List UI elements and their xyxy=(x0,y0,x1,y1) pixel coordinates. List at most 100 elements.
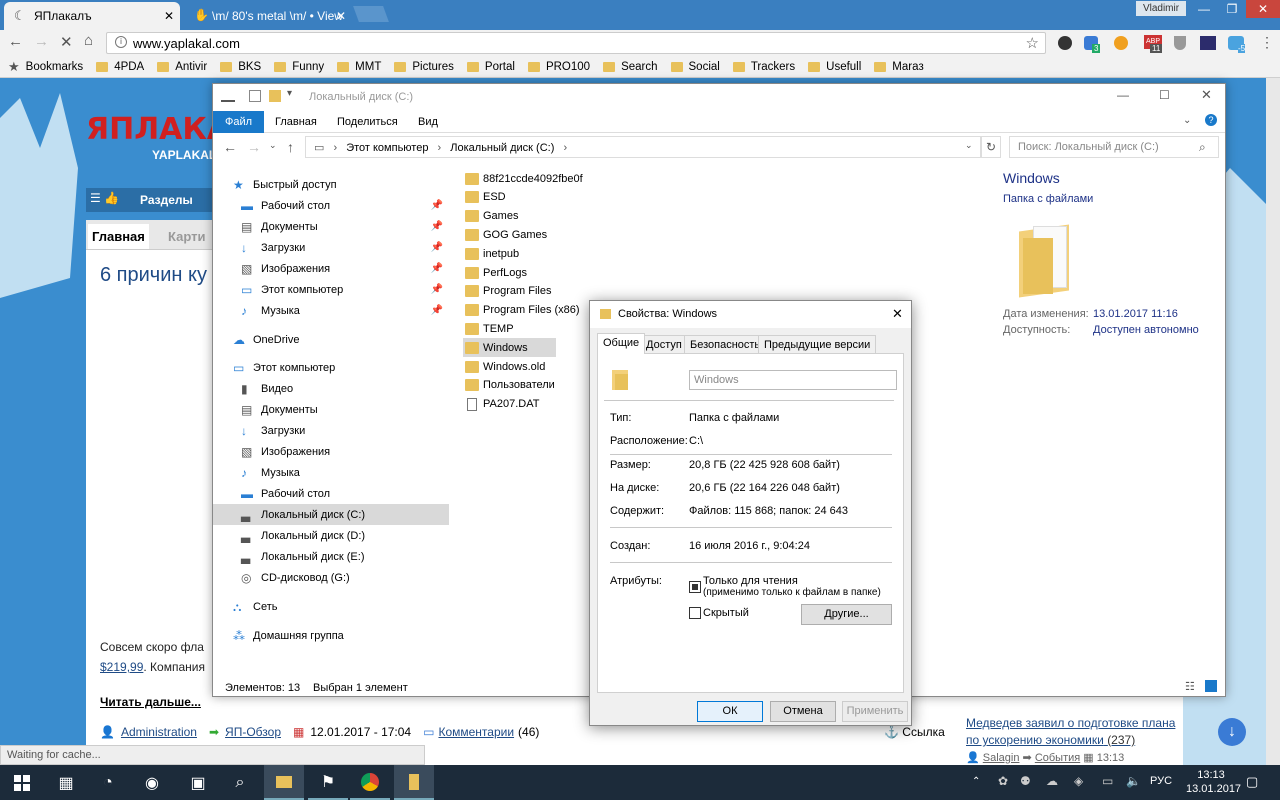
read-more-link[interactable]: Читать дальше... xyxy=(100,695,201,709)
ribbon-tab-view[interactable]: Вид xyxy=(406,111,450,133)
ribbon-tab-home[interactable]: Главная xyxy=(263,111,329,133)
folder-item[interactable]: Windows xyxy=(463,338,556,358)
address-bar[interactable]: ▭ › Этот компьютер › Локальный диск (C:)… xyxy=(305,136,981,158)
details-view-icon[interactable]: ☷ xyxy=(1185,680,1195,693)
permalink[interactable]: ⚓ Ссылка xyxy=(884,725,945,739)
chevron-down-icon[interactable]: ⌄ xyxy=(269,140,277,151)
author-link[interactable]: Administration xyxy=(121,725,197,739)
folder-item[interactable]: Windows.old xyxy=(465,357,545,376)
close-tab-icon[interactable]: ✕ xyxy=(164,9,174,23)
breadcrumb-pc[interactable]: Этот компьютер xyxy=(346,142,428,154)
scroll-down-button[interactable]: ↓ xyxy=(1218,718,1246,746)
tab-security[interactable]: Безопасность xyxy=(684,335,767,354)
maximize-button[interactable]: ☐ xyxy=(1159,88,1170,102)
bookmark-folder[interactable]: Search xyxy=(603,61,658,73)
tab-sharing[interactable]: Доступ xyxy=(640,335,688,354)
chevron-down-icon[interactable]: ▾ xyxy=(287,88,292,99)
hidden-checkbox[interactable] xyxy=(689,607,701,619)
article-title[interactable]: 6 причин ку xyxy=(100,264,207,287)
nav-item-network[interactable]: ⛬ Сеть xyxy=(213,596,449,617)
chevron-down-icon[interactable]: ⌄ xyxy=(965,140,973,151)
help-icon[interactable]: ? xyxy=(1205,114,1217,126)
search-input[interactable]: Поиск: Локальный диск (C:) xyxy=(1009,136,1219,158)
folder-name-input[interactable]: Windows xyxy=(689,370,897,390)
info-icon[interactable]: i xyxy=(115,36,127,48)
close-button[interactable]: ✕ xyxy=(892,306,903,322)
folder-item[interactable]: TEMP xyxy=(465,319,514,338)
bookmark-folder[interactable]: Portal xyxy=(466,61,515,73)
tab-previous-versions[interactable]: Предыдущие версии xyxy=(758,335,877,354)
nav-item-drive[interactable]: ▃ Локальный диск (C:) xyxy=(213,504,449,525)
page-scrollbar[interactable] xyxy=(1266,78,1280,765)
ribbon-tab-file[interactable]: Файл xyxy=(213,111,265,133)
new-folder-icon[interactable] xyxy=(269,90,281,102)
nav-item-drive[interactable]: ▃ Локальный диск (E:) xyxy=(213,546,449,567)
ext-icon[interactable] xyxy=(1114,36,1128,50)
nav-item-drive[interactable]: ▃ Локальный диск (D:) xyxy=(213,525,449,546)
powershell-icon[interactable]: ▣ xyxy=(178,765,218,800)
menu-icon[interactable]: ⋮ xyxy=(1260,34,1274,51)
calculator-icon[interactable]: ▦ xyxy=(46,765,86,800)
bookmarks-label[interactable]: Bookmarks xyxy=(26,61,84,73)
tray-app-icon[interactable]: ✿ xyxy=(998,774,1008,788)
tab-general[interactable]: Общие xyxy=(597,333,646,354)
tab-metal[interactable]: ✋ \m/ 80's metal \m/ • View ✕ xyxy=(182,2,352,30)
category-link[interactable]: ЯП-Обзор xyxy=(225,725,281,739)
readonly-checkbox[interactable] xyxy=(689,581,701,593)
bookmark-folder[interactable]: Funny xyxy=(274,61,324,73)
fox-app-icon[interactable]: ⚑ xyxy=(308,765,348,800)
folder-item[interactable]: ESD xyxy=(465,188,506,207)
folder-item[interactable]: inetpub xyxy=(465,244,519,263)
chevron-down-icon[interactable]: ⌄ xyxy=(1183,115,1191,126)
folder-item[interactable]: Program Files xyxy=(465,282,551,301)
site-logo[interactable]: ЯПЛАКАЛ YAPLAKAL xyxy=(86,108,255,168)
bookmark-folder[interactable]: Pictures xyxy=(394,61,454,73)
folder-item[interactable]: GOG Games xyxy=(465,225,547,244)
shield-icon[interactable] xyxy=(1174,36,1186,50)
volume-icon[interactable]: 🔈 xyxy=(1126,774,1141,788)
folder-item[interactable]: PerfLogs xyxy=(465,263,527,282)
breadcrumb-drive[interactable]: Локальный диск (C:) xyxy=(450,142,554,154)
ok-button[interactable]: ОК xyxy=(697,701,763,722)
forward-icon[interactable]: → xyxy=(247,139,261,155)
nav-item-cd[interactable]: ◎ CD-дисковод (G:) xyxy=(213,567,449,588)
tray-app-icon[interactable]: ⚉ xyxy=(1020,774,1031,788)
large-icons-view-icon[interactable] xyxy=(1205,680,1217,692)
bookmark-folder[interactable]: Maraз xyxy=(874,61,924,73)
start-button[interactable] xyxy=(0,765,44,800)
tray-app-icon[interactable]: ◈ xyxy=(1074,774,1083,788)
apply-button[interactable]: Применить xyxy=(842,701,908,722)
speedometer-icon[interactable]: ◔ xyxy=(88,765,128,800)
advanced-button[interactable]: Другие... xyxy=(801,604,892,625)
clock[interactable]: 13:13 13.01.2017 xyxy=(1186,768,1241,796)
folder-item[interactable]: Program Files (x86) xyxy=(465,301,580,320)
back-icon[interactable]: ← xyxy=(223,139,237,155)
address-bar[interactable]: i www.yaplakal.com ☆ xyxy=(106,32,1046,54)
folder-item[interactable]: Пользователи xyxy=(465,376,555,395)
search-icon[interactable]: ⌕ xyxy=(1199,140,1206,155)
bookmark-folder[interactable]: PRO100 xyxy=(527,61,590,73)
bookmark-folder[interactable]: Usefull xyxy=(808,61,861,73)
language-indicator[interactable]: РУС xyxy=(1150,775,1172,787)
forward-icon[interactable]: → xyxy=(34,33,49,50)
stop-icon[interactable]: ✕ xyxy=(60,33,73,51)
maximize-button[interactable]: ❐ xyxy=(1218,0,1246,18)
tab-pictures[interactable]: Карти xyxy=(168,229,205,244)
back-icon[interactable]: ← xyxy=(8,33,23,50)
comments-link[interactable]: Комментарии xyxy=(438,725,514,739)
up-icon[interactable]: ↑ xyxy=(287,139,294,155)
folder-item[interactable]: 88f21ccde4092fbe0f xyxy=(465,169,583,188)
network-icon[interactable]: ▭ xyxy=(1102,774,1113,788)
tab-yaplakal[interactable]: ☾ ЯПлакалъ ✕ xyxy=(4,2,180,30)
close-tab-icon[interactable]: ✕ xyxy=(336,9,346,23)
chevron-up-icon[interactable]: ⌃ xyxy=(972,776,980,787)
ext-icon[interactable] xyxy=(1200,36,1216,50)
bookmark-folder[interactable]: 4PDA xyxy=(96,61,144,73)
home-icon[interactable]: ⌂ xyxy=(84,32,93,49)
bookmark-folder[interactable]: Social xyxy=(670,61,720,73)
folder-window-icon[interactable] xyxy=(394,765,434,800)
folder-item[interactable]: Games xyxy=(465,207,518,226)
bookmark-folder[interactable]: BKS xyxy=(220,61,261,73)
close-window-button[interactable]: ✕ xyxy=(1246,0,1280,18)
aimp-icon[interactable]: ◉ xyxy=(132,765,172,800)
